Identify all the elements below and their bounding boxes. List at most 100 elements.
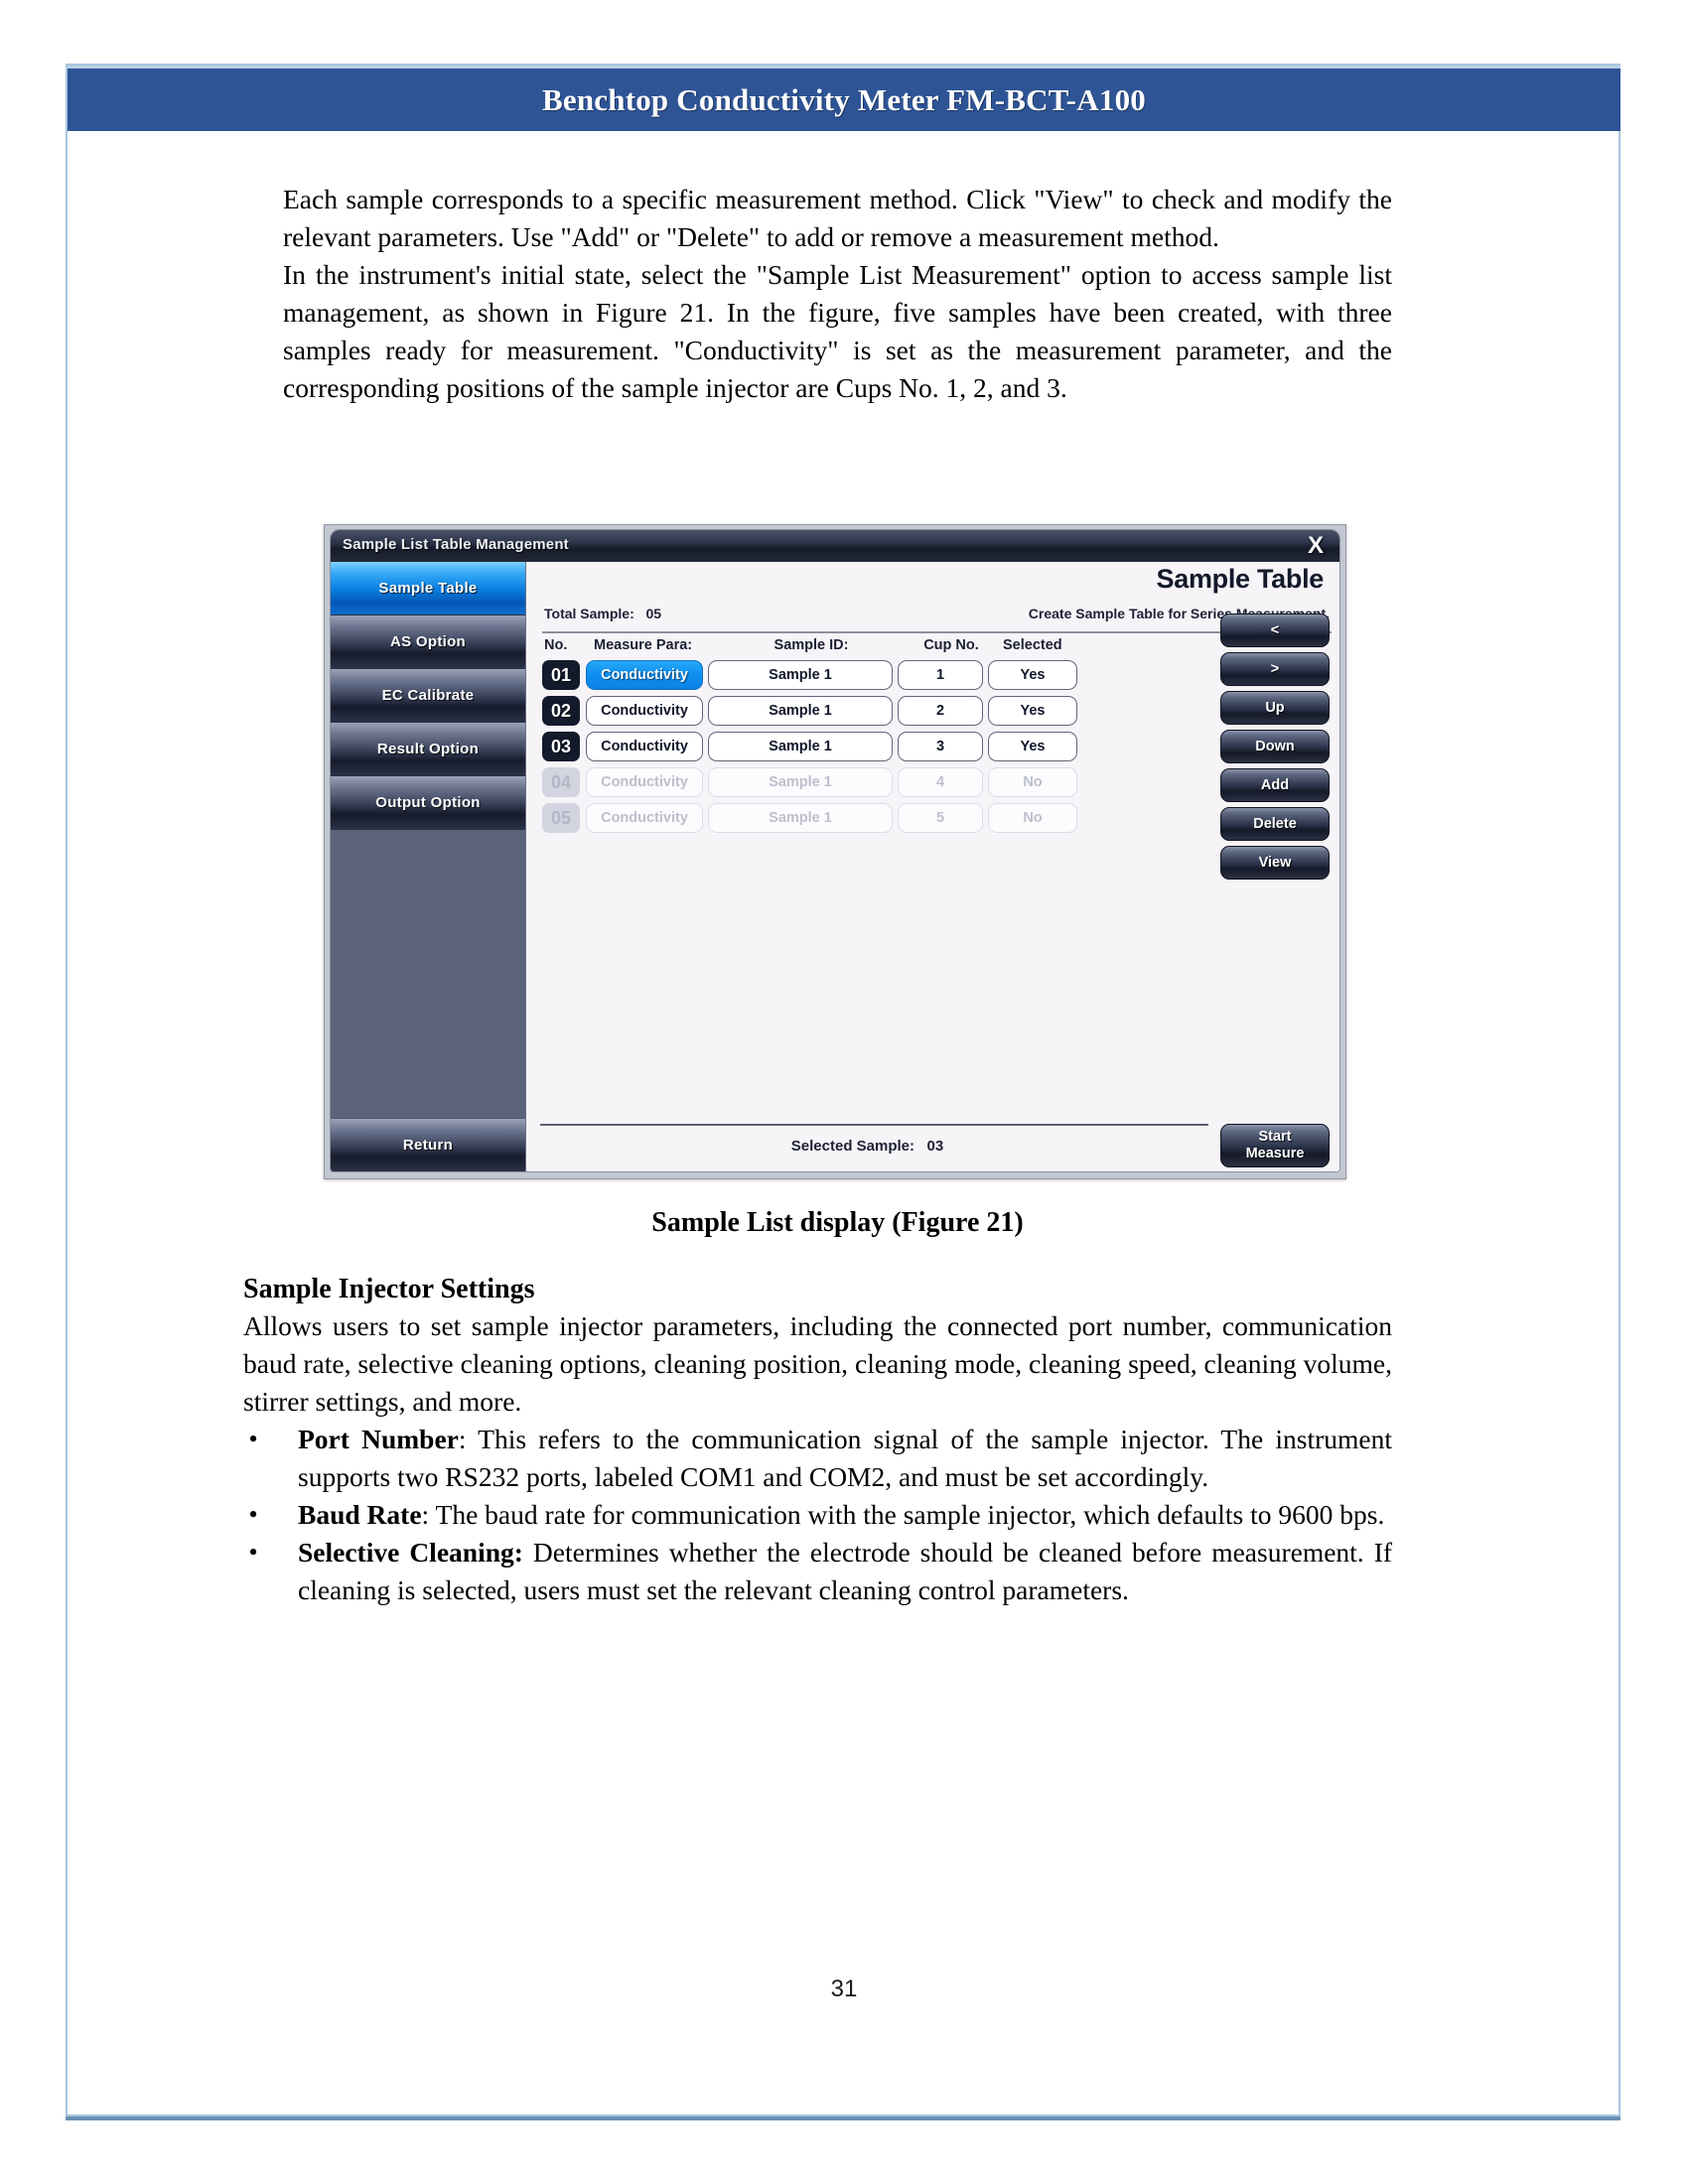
view-button[interactable]: View — [1220, 846, 1330, 880]
action-button-column: < > Up Down Add Delete View — [1220, 614, 1330, 880]
start-measure-line1: Start — [1258, 1129, 1292, 1145]
sidebar-item-label: Sample Table — [378, 580, 478, 597]
list-item-term: Selective Cleaning: — [298, 1537, 523, 1568]
list-item-term: Baud Rate — [298, 1499, 422, 1530]
delete-button[interactable]: Delete — [1220, 807, 1330, 841]
row-number-badge: 05 — [542, 803, 580, 833]
measure-para-cell[interactable]: Conductivity — [586, 767, 703, 797]
table-row[interactable]: 02 Conductivity Sample 1 2 Yes — [536, 693, 1339, 729]
page-title: Benchtop Conductivity Meter FM-BCT-A100 — [542, 81, 1146, 117]
prev-page-button[interactable]: < — [1220, 614, 1330, 647]
sidebar-item-label: EC Calibrate — [381, 687, 475, 704]
table-row[interactable]: 03 Conductivity Sample 1 3 Yes — [536, 729, 1339, 764]
figure-sample-list-display: Sample List Table Management X Sample Ta… — [324, 524, 1346, 1179]
table-row[interactable]: 04 Conductivity Sample 1 4 No — [536, 764, 1339, 800]
sidebar-item-result-option[interactable]: Result Option — [331, 723, 525, 776]
sample-table: No. Measure Para: Sample ID: Cup No. Sel… — [526, 633, 1339, 836]
measure-para-cell[interactable]: Conductivity — [586, 732, 703, 761]
bullet-icon: • — [248, 1500, 258, 1529]
total-sample-label: Total Sample: — [544, 606, 634, 621]
sample-id-cell[interactable]: Sample 1 — [708, 660, 893, 690]
start-measure-line2: Measure — [1245, 1146, 1305, 1161]
total-sample-value: 05 — [645, 606, 662, 621]
column-header-cup-no: Cup No. — [923, 637, 979, 653]
panel-footer: Selected Sample: 03 Start Measure — [526, 1124, 1339, 1171]
footer-divider — [540, 1124, 1208, 1126]
document-body: Each sample corresponds to a specific me… — [283, 181, 1392, 407]
sidebar-item-as-option[interactable]: AS Option — [331, 615, 525, 669]
paragraph-2: In the instrument's initial state, selec… — [283, 259, 1392, 403]
selected-cell[interactable]: No — [988, 767, 1077, 797]
close-icon[interactable]: X — [1308, 532, 1324, 560]
main-header: Sample Table — [526, 562, 1339, 606]
sidebar-item-ec-calibrate[interactable]: EC Calibrate — [331, 669, 525, 723]
start-measure-wrap: Start Measure — [1220, 1124, 1330, 1167]
section-heading: Sample Injector Settings — [243, 1274, 535, 1304]
cup-no-cell[interactable]: 3 — [898, 732, 983, 761]
list-item-text: : The baud rate for communication with t… — [421, 1499, 1385, 1530]
sidebar-item-return[interactable]: Return — [331, 1119, 525, 1171]
bullet-icon: • — [248, 1425, 258, 1453]
add-button[interactable]: Add — [1220, 768, 1330, 802]
table-header-row: No. Measure Para: Sample ID: Cup No. Sel… — [536, 633, 1339, 657]
selected-cell[interactable]: Yes — [988, 660, 1077, 690]
sidebar-spacer — [331, 830, 525, 1119]
table-row[interactable]: 01 Conductivity Sample 1 1 Yes — [536, 657, 1339, 693]
move-down-button[interactable]: Down — [1220, 730, 1330, 763]
column-header-sample-id: Sample ID: — [774, 637, 849, 653]
lower-section: Sample Injector Settings Allows users to… — [243, 1274, 1392, 1609]
document-header-banner: Benchtop Conductivity Meter FM-BCT-A100 — [68, 66, 1620, 131]
sidebar-item-label: Return — [402, 1137, 454, 1154]
sidebar-item-output-option[interactable]: Output Option — [331, 776, 525, 830]
figure-caption: Sample List display (Figure 21) — [651, 1207, 1024, 1238]
selected-sample-value: 03 — [926, 1138, 944, 1155]
screen-title: Sample Table — [1156, 564, 1325, 594]
row-number-badge: 02 — [542, 696, 580, 726]
list-item-term: Port Number — [298, 1424, 459, 1454]
cup-no-cell[interactable]: 1 — [898, 660, 983, 690]
list-item: • Baud Rate: The baud rate for communica… — [243, 1496, 1392, 1534]
table-row[interactable]: 05 Conductivity Sample 1 5 No — [536, 800, 1339, 836]
sidebar-item-label: Output Option — [375, 794, 481, 811]
sidebar-item-sample-table[interactable]: Sample Table — [331, 562, 525, 615]
sidebar-nav: Sample Table AS Option EC Calibrate Resu… — [331, 562, 526, 1171]
sample-id-cell[interactable]: Sample 1 — [708, 732, 893, 761]
column-header-selected: Selected — [1003, 637, 1062, 653]
cup-no-cell[interactable]: 5 — [898, 803, 983, 833]
bullet-icon: • — [248, 1538, 258, 1567]
selected-sample-readout: Selected Sample: 03 — [526, 1138, 1208, 1155]
measure-para-cell[interactable]: Conductivity — [586, 660, 703, 690]
sidebar-item-label: Result Option — [376, 741, 480, 757]
list-item: • Selective Cleaning: Determines whether… — [243, 1534, 1392, 1609]
list-item-text: : This refers to the communication signa… — [298, 1424, 1392, 1492]
sample-id-cell[interactable]: Sample 1 — [708, 767, 893, 797]
selected-cell[interactable]: Yes — [988, 732, 1077, 761]
column-header-measure: Measure Para: — [594, 637, 693, 653]
selected-cell[interactable]: Yes — [988, 696, 1077, 726]
main-panel: Sample Table Total Sample: 05 Create Sam… — [526, 562, 1339, 1171]
section-intro-paragraph: Allows users to set sample injector para… — [243, 1310, 1392, 1417]
sample-id-cell[interactable]: Sample 1 — [708, 696, 893, 726]
start-measure-button[interactable]: Start Measure — [1220, 1124, 1330, 1167]
window-title: Sample List Table Management — [343, 536, 569, 553]
total-sample-readout: Total Sample: 05 — [544, 606, 661, 621]
move-up-button[interactable]: Up — [1220, 691, 1330, 725]
summary-row: Total Sample: 05 Create Sample Table for… — [526, 606, 1339, 631]
cup-no-cell[interactable]: 2 — [898, 696, 983, 726]
next-page-button[interactable]: > — [1220, 652, 1330, 686]
paragraph-1: Each sample corresponds to a specific me… — [283, 184, 1392, 252]
row-number-badge: 03 — [542, 732, 580, 761]
window-titlebar: Sample List Table Management X — [331, 530, 1339, 563]
sample-id-cell[interactable]: Sample 1 — [708, 803, 893, 833]
page-number: 31 — [830, 1976, 858, 2002]
bullet-list: • Port Number: This refers to the commun… — [243, 1421, 1392, 1609]
measure-para-cell[interactable]: Conductivity — [586, 696, 703, 726]
column-header-no: No. — [544, 637, 568, 653]
row-number-badge: 01 — [542, 660, 580, 690]
selected-sample-label: Selected Sample: — [790, 1138, 914, 1155]
cup-no-cell[interactable]: 4 — [898, 767, 983, 797]
list-item: • Port Number: This refers to the commun… — [243, 1421, 1392, 1496]
selected-cell[interactable]: No — [988, 803, 1077, 833]
measure-para-cell[interactable]: Conductivity — [586, 803, 703, 833]
row-number-badge: 04 — [542, 767, 580, 797]
